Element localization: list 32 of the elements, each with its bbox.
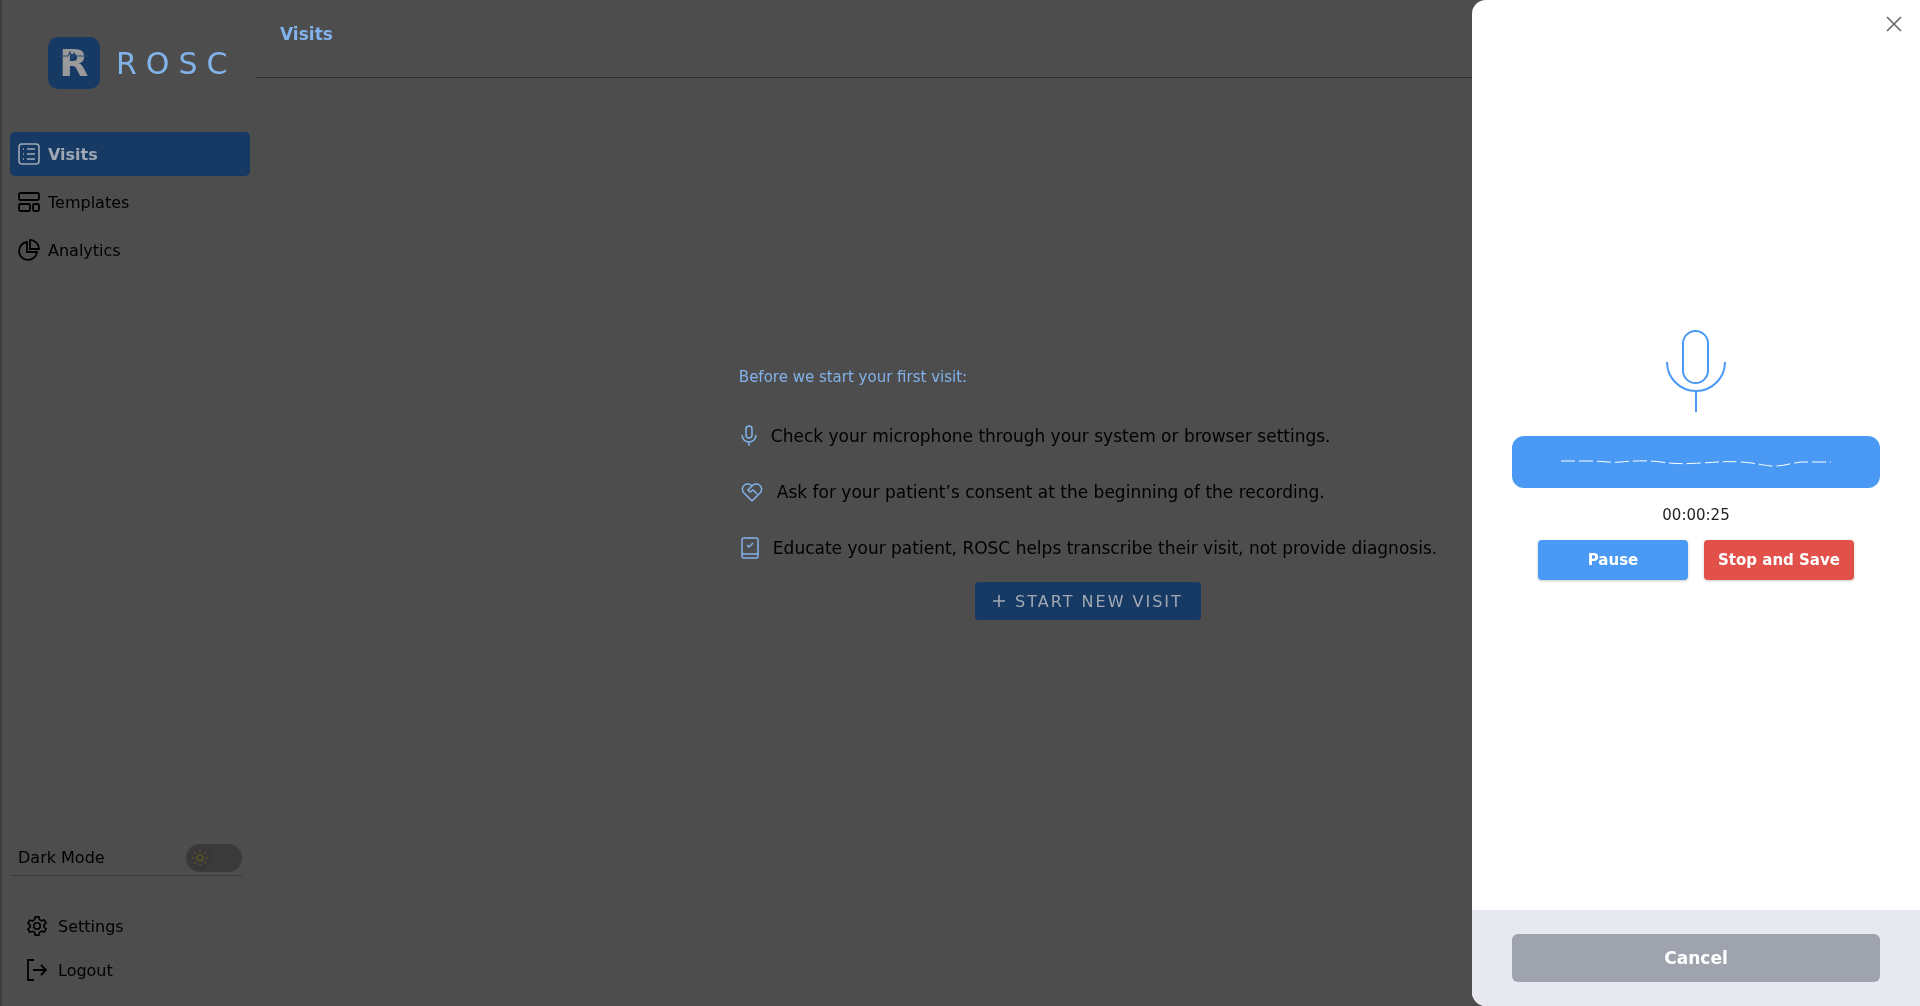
recording-timer: 00:00:25 [1662, 506, 1730, 524]
page-title: Visits [280, 24, 333, 44]
heart-handshake-icon [740, 482, 763, 502]
sidebar-link[interactable]: Settings [10, 904, 256, 948]
logo-mark: R [48, 37, 100, 89]
plus-icon [993, 595, 1006, 607]
dark-mode-toggle[interactable] [186, 843, 242, 872]
list-icon [18, 143, 40, 165]
pie-chart-icon [18, 239, 40, 261]
tip-text: Ask for your patient’s consent at the beginning of the recording. [776, 482, 1325, 502]
layout-icon [18, 192, 40, 212]
close-button[interactable] [1886, 16, 1902, 32]
stop-and-save-button[interactable]: Stop and Save [1704, 540, 1854, 580]
tip-text: Check your microphone through your system or browser settings. [770, 426, 1331, 446]
checked-book-icon [740, 537, 759, 559]
microphone-icon [740, 425, 757, 447]
nav-item[interactable]: Templates [10, 180, 250, 224]
logout-icon [26, 959, 48, 981]
close-icon [1886, 16, 1902, 32]
start-new-visit-button[interactable]: START NEW VISIT [975, 582, 1201, 620]
pause-button[interactable]: Pause [1538, 540, 1688, 580]
sidebar-link[interactable]: Logout [10, 948, 256, 992]
tip-text: Educate your patient, ROSC helps transcribe their visit, not provide diagnosis. [772, 538, 1438, 558]
nav-item[interactable]: Analytics [10, 228, 250, 272]
nav-item[interactable]: Visits [10, 132, 250, 176]
settings-icon [26, 915, 48, 937]
sun-icon [192, 849, 208, 866]
microphone-icon [1666, 330, 1726, 412]
logo-text: ROSC [116, 45, 237, 81]
dark-mode-label: Dark Mode [18, 848, 105, 867]
onboarding-heading: Before we start your first visit: [738, 368, 969, 386]
cancel-button[interactable]: Cancel [1512, 934, 1880, 982]
